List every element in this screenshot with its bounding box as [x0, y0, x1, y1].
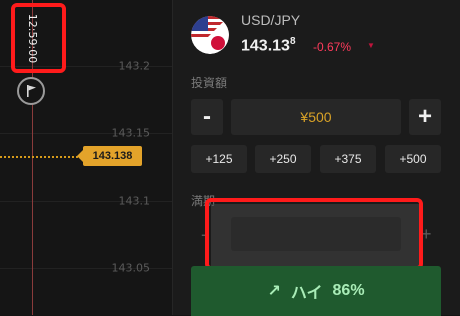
quick-amount-button[interactable]: +375 [320, 145, 376, 173]
price-change: -0.67% [313, 40, 352, 54]
increase-amount-button[interactable]: + [409, 99, 441, 135]
highlight-box-time [11, 3, 66, 73]
y-tick-label: 143.1 [118, 194, 151, 208]
flag-icon[interactable] [17, 77, 45, 105]
down-arrow-icon: ▼ [367, 41, 375, 50]
y-tick-label: 143.05 [111, 261, 151, 275]
usd-jpy-flag-icon [191, 16, 229, 54]
quick-amount-button[interactable]: +500 [385, 145, 441, 173]
y-tick-label: 143.2 [118, 59, 151, 73]
y-tick-label: 143.15 [111, 126, 151, 140]
high-button-payout: 86% [332, 282, 365, 299]
asset-price-value: 143.13 [241, 37, 290, 55]
decrease-amount-button[interactable]: - [191, 99, 223, 135]
arrow-up-right-icon: ↗ [267, 283, 281, 300]
quick-amount-button[interactable]: +250 [255, 145, 311, 173]
asset-price: 143.138 [241, 36, 296, 55]
high-button[interactable]: ↗ ハイ 86% [191, 266, 441, 316]
current-price-tag: 143.138 [77, 146, 142, 166]
asset-price-pip: 8 [289, 36, 296, 47]
high-button-label: ハイ [290, 285, 323, 302]
amount-input[interactable]: ¥500 [231, 99, 401, 135]
highlight-box-duration [205, 198, 423, 270]
trade-panel: USD/JPY 143.138 -0.67% ▼ 投資額 - ¥500 + +1… [173, 0, 460, 316]
current-price-line [0, 156, 86, 158]
price-chart[interactable]: 143.2 143.15 143.1 143.05 12:59:00 143.1… [0, 0, 173, 315]
amount-label: 投資額 [191, 76, 228, 90]
quick-amount-button[interactable]: +125 [191, 145, 247, 173]
asset-pair-name: USD/JPY [241, 12, 301, 28]
